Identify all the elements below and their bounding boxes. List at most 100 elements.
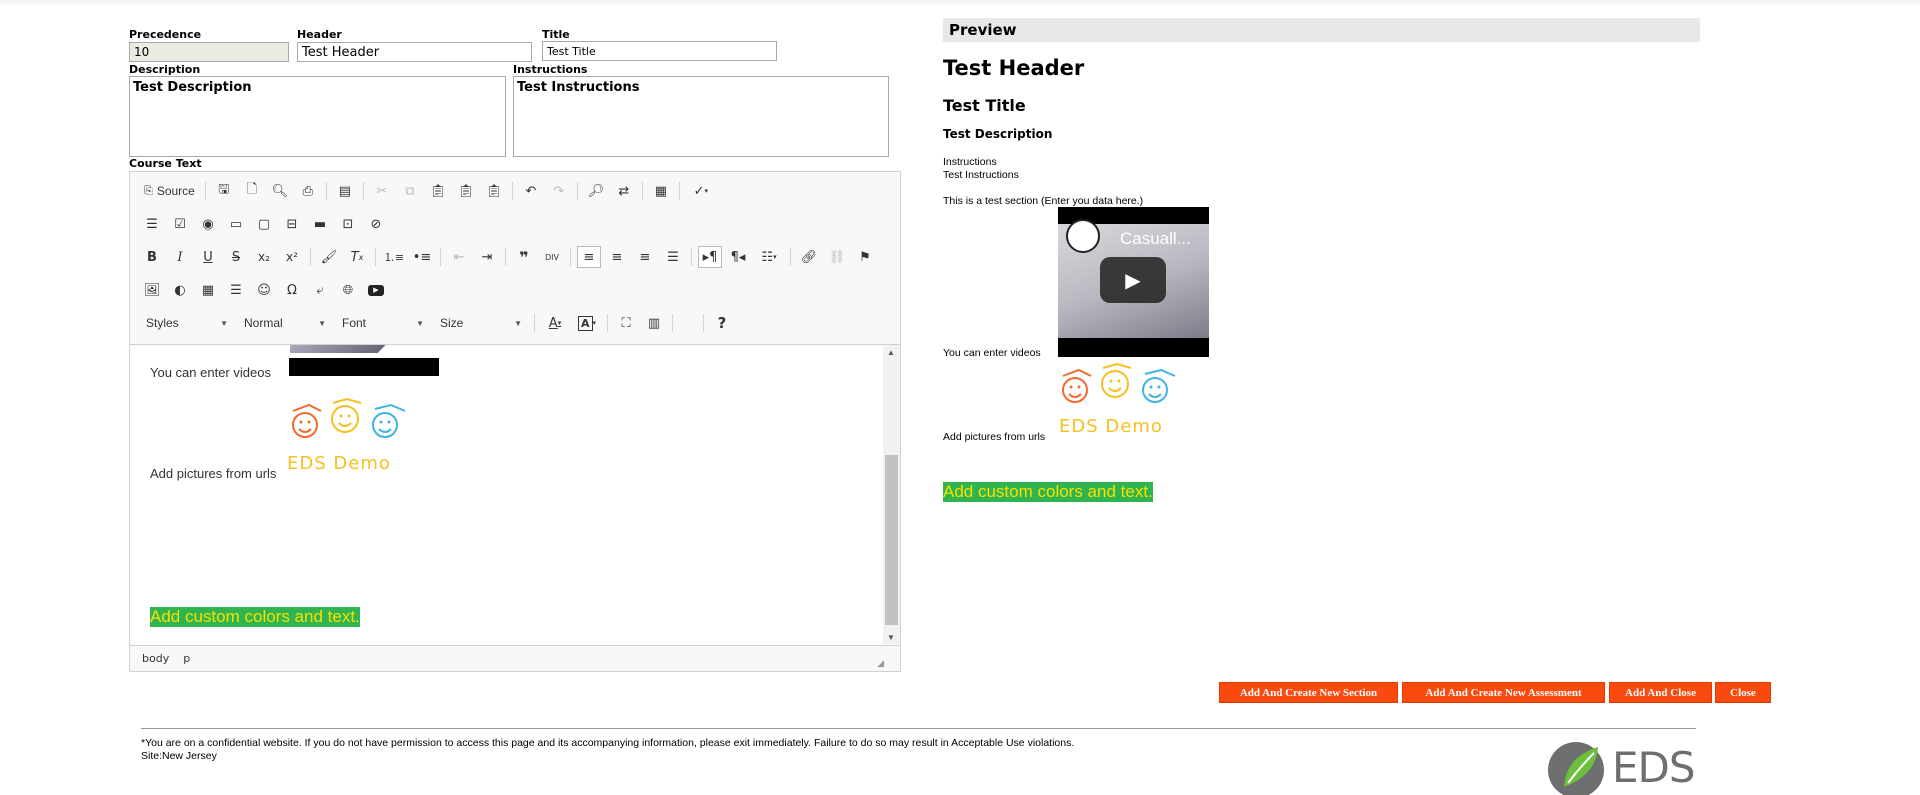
add-and-close-button[interactable]: Add And Close: [1609, 682, 1712, 703]
copy-icon[interactable]: ⧉: [398, 180, 422, 202]
justify-icon[interactable]: ☰: [661, 246, 685, 268]
title-label: Title: [542, 28, 570, 41]
styles-dropdown[interactable]: Styles ▼: [140, 312, 232, 334]
add-create-section-button[interactable]: Add And Create New Section: [1219, 682, 1398, 703]
separator: [325, 182, 327, 200]
select-icon[interactable]: ⊟: [280, 213, 304, 235]
toolbar-row-4: 🖼︎ ◐ ▦ ☰ ☺ Ω ⤶ 🌐︎ ▶: [140, 277, 392, 303]
unlink-icon[interactable]: ⛓: [825, 246, 849, 268]
description-textarea[interactable]: Test Description: [129, 76, 506, 157]
paste-icon[interactable]: 📋︎: [426, 180, 450, 202]
redo-icon[interactable]: ↷: [547, 180, 571, 202]
anchor-icon[interactable]: ⚑: [853, 246, 877, 268]
editor-content[interactable]: You can enter videos EDS Demo Add pictur…: [130, 344, 900, 644]
header-field[interactable]: Test Header: [297, 42, 532, 62]
print-icon[interactable]: ⎙: [296, 180, 320, 202]
path-body[interactable]: body: [142, 652, 169, 665]
format-dropdown[interactable]: Normal ▼: [238, 312, 330, 334]
italic-icon[interactable]: I: [168, 246, 192, 268]
bold-icon[interactable]: B: [140, 246, 164, 268]
save-icon[interactable]: 🖫: [212, 180, 236, 202]
replace-icon[interactable]: ⇄: [612, 180, 636, 202]
textarea-icon[interactable]: ▢: [252, 213, 276, 235]
resize-grip-icon[interactable]: ◢: [877, 659, 884, 669]
bulleted-list-icon[interactable]: •≡: [410, 246, 434, 268]
outdent-icon[interactable]: ⇤: [447, 246, 471, 268]
flash-icon[interactable]: ◐: [168, 279, 192, 301]
scroll-down-icon[interactable]: ▼: [887, 633, 895, 642]
editor-scrollbar[interactable]: ▲ ▼: [883, 345, 900, 644]
superscript-icon[interactable]: x²: [280, 246, 304, 268]
add-create-assessment-button[interactable]: Add And Create New Assessment: [1402, 682, 1605, 703]
textfield-icon[interactable]: ▭: [224, 213, 248, 235]
show-blocks-icon[interactable]: ▥: [642, 312, 666, 334]
preview-description: Test Description: [943, 127, 1053, 141]
bg-color-icon[interactable]: A ▾: [573, 312, 601, 334]
copy-format-icon[interactable]: 🖌︎: [317, 246, 341, 268]
videos-text: You can enter videos: [150, 365, 271, 380]
size-dropdown[interactable]: Size ▼: [434, 312, 526, 334]
preview-icon[interactable]: 🔍︎: [268, 180, 292, 202]
radio-icon[interactable]: ◉: [196, 213, 220, 235]
new-page-icon[interactable]: 🗋: [240, 180, 264, 202]
path-p[interactable]: p: [183, 652, 190, 665]
align-right-icon[interactable]: ≡: [633, 246, 657, 268]
form-icon[interactable]: ☰: [140, 213, 164, 235]
blank-button[interactable]: [679, 312, 697, 334]
horizontal-rule-icon[interactable]: ☰: [224, 279, 248, 301]
undo-icon[interactable]: ↶: [519, 180, 543, 202]
templates-icon[interactable]: ▤: [333, 180, 357, 202]
play-button-icon[interactable]: ▶: [1100, 257, 1166, 303]
maximize-icon[interactable]: ⛶: [614, 312, 638, 334]
close-button[interactable]: Close: [1715, 682, 1771, 703]
youtube-icon[interactable]: ▶: [364, 279, 388, 301]
align-left-icon[interactable]: ≡: [577, 246, 601, 268]
remove-format-icon[interactable]: Tx: [345, 246, 369, 268]
table-icon[interactable]: ▦: [196, 279, 220, 301]
font-dropdown[interactable]: Font ▼: [336, 312, 428, 334]
eds-logo: EDS: [1546, 737, 1696, 795]
instructions-textarea[interactable]: Test Instructions: [513, 76, 889, 157]
subscript-icon[interactable]: x₂: [252, 246, 276, 268]
link-icon[interactable]: 🔗︎: [797, 246, 821, 268]
preview-video-embed[interactable]: Casuall... ▶: [1058, 207, 1209, 357]
logo-image: EDS Demo: [275, 395, 425, 475]
page-break-icon[interactable]: ⤶: [308, 279, 332, 301]
select-all-icon[interactable]: ▦: [649, 180, 673, 202]
paste-text-icon[interactable]: 📋︎: [454, 180, 478, 202]
page: Precedence 10 Header Test Header Title T…: [0, 0, 1920, 795]
text-color-icon[interactable]: A ▾: [541, 312, 569, 334]
source-button[interactable]: ⎘ Source: [140, 180, 199, 202]
div-icon[interactable]: DIV: [540, 246, 564, 268]
image-button-icon[interactable]: ⊡: [336, 213, 360, 235]
scrollbar-thumb[interactable]: [885, 455, 898, 625]
align-center-icon[interactable]: ≡: [605, 246, 629, 268]
indent-icon[interactable]: ⇥: [475, 246, 499, 268]
rtl-icon[interactable]: ¶◂: [726, 246, 750, 268]
special-char-icon[interactable]: Ω: [280, 279, 304, 301]
eds-leaf-logo-icon: [1548, 742, 1604, 795]
underline-icon[interactable]: U: [196, 246, 220, 268]
paste-word-icon[interactable]: 📋︎: [482, 180, 506, 202]
smiley-icon[interactable]: ☺: [252, 279, 276, 301]
title-field[interactable]: Test Title: [542, 41, 777, 61]
precedence-field[interactable]: 10: [129, 42, 289, 62]
hidden-field-icon[interactable]: ⊘: [364, 213, 388, 235]
strike-icon[interactable]: S: [224, 246, 248, 268]
button-icon[interactable]: ▬: [308, 213, 332, 235]
preview-videos-text: You can enter videos: [943, 347, 1041, 359]
language-icon[interactable]: ☷ ▾: [754, 246, 784, 268]
iframe-icon[interactable]: 🌐︎: [336, 279, 360, 301]
size-label: Size: [440, 316, 464, 330]
blockquote-icon[interactable]: ❞: [512, 246, 536, 268]
numbered-list-icon[interactable]: ⒈≡: [382, 246, 406, 268]
spellcheck-icon[interactable]: ✓ ▾: [686, 180, 716, 202]
scroll-up-icon[interactable]: ▲: [887, 348, 895, 357]
checkbox-icon[interactable]: ☑: [168, 213, 192, 235]
image-icon[interactable]: 🖼︎: [140, 279, 164, 301]
ltr-icon[interactable]: ▸¶: [698, 246, 722, 268]
precedence-label: Precedence: [129, 28, 202, 41]
find-icon[interactable]: 🔎︎: [584, 180, 608, 202]
help-button[interactable]: ?: [710, 312, 734, 334]
cut-icon[interactable]: ✂: [370, 180, 394, 202]
